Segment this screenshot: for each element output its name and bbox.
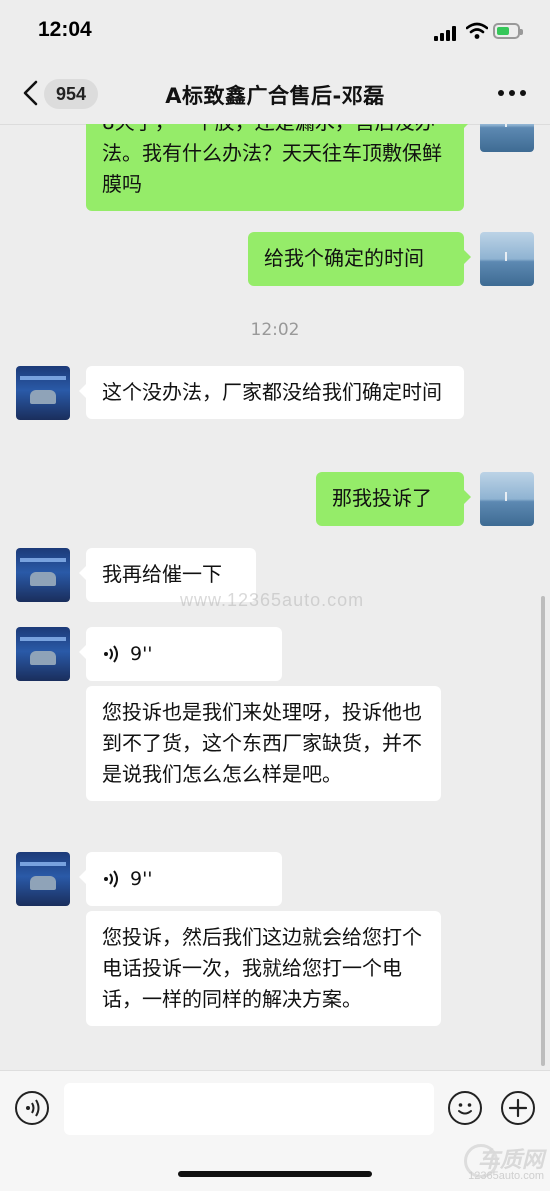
- message-bubble-incoming[interactable]: 您投诉也是我们来处理呀，投诉他也到不了货，这个东西厂家缺货，并不是说我们怎么怎么…: [86, 686, 441, 801]
- wifi-icon: [466, 22, 488, 39]
- cellular-signal-icon: [434, 25, 460, 41]
- watermark: www.12365auto.com: [180, 590, 365, 610]
- my-avatar[interactable]: [480, 472, 534, 526]
- voice-wave-icon: [104, 870, 118, 888]
- scrollbar[interactable]: [541, 596, 545, 1066]
- contact-avatar[interactable]: [16, 852, 70, 906]
- message-bubble-outgoing[interactable]: 那我投诉了: [316, 472, 471, 526]
- voice-duration: 9'': [130, 642, 153, 665]
- message-list[interactable]: 8天了，一个胶，还是漏水，售后没办法。我有什么办法？天天往车顶敷保鲜膜吗 给我个…: [0, 124, 550, 1070]
- message-bubble-incoming[interactable]: 这个没办法，厂家都没给我们确定时间: [79, 366, 464, 419]
- voice-duration: 9'': [130, 867, 153, 890]
- message-timestamp: 12:02: [250, 320, 300, 340]
- message-bubble-outgoing[interactable]: 给我个确定的时间: [248, 232, 471, 286]
- status-bar: 12:04: [0, 0, 550, 62]
- message-bubble-incoming[interactable]: 您投诉，然后我们这边就会给您打个电话投诉一次，我就给您打一个电话，一样的同样的解…: [86, 911, 441, 1026]
- voice-message-bubble[interactable]: 9'': [79, 852, 282, 906]
- my-avatar[interactable]: [480, 124, 534, 152]
- home-indicator[interactable]: [178, 1171, 372, 1177]
- voice-message-bubble[interactable]: 9'': [79, 627, 282, 681]
- message-input[interactable]: [64, 1083, 434, 1135]
- chat-title: A标致鑫广合售后-邓磊: [165, 84, 385, 108]
- contact-avatar[interactable]: [16, 366, 70, 420]
- contact-avatar[interactable]: [16, 548, 70, 602]
- more-dots-icon[interactable]: [498, 90, 528, 98]
- battery-icon: [493, 23, 523, 39]
- contact-avatar[interactable]: [16, 627, 70, 681]
- emoji-icon[interactable]: [448, 1091, 482, 1125]
- message-bubble-outgoing[interactable]: 8天了，一个胶，还是漏水，售后没办法。我有什么办法？天天往车顶敷保鲜膜吗: [86, 124, 471, 211]
- status-time: 12:04: [38, 18, 92, 41]
- brand-url: 12365auto.com: [468, 1170, 544, 1182]
- brand-logo: 车质网 12365auto.com: [458, 1138, 550, 1190]
- voice-wave-icon: [104, 645, 118, 663]
- chat-header: 954 A标致鑫广合售后-邓磊: [0, 62, 550, 125]
- voice-input-icon[interactable]: [15, 1091, 49, 1125]
- plus-icon[interactable]: [501, 1091, 535, 1125]
- my-avatar[interactable]: [480, 232, 534, 286]
